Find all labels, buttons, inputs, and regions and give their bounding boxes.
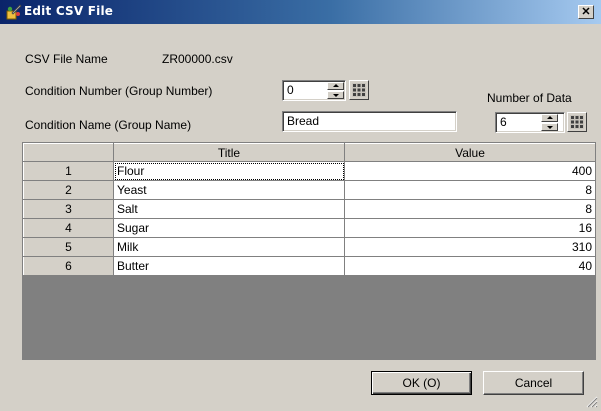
title-cell[interactable]: Milk: [113, 237, 345, 257]
close-button[interactable]: ✕: [578, 5, 594, 19]
row-number[interactable]: 3: [23, 199, 114, 219]
condition-name-value: Bread: [287, 114, 320, 128]
title-cell[interactable]: Butter: [113, 256, 345, 276]
title-cell[interactable]: Sugar: [113, 218, 345, 238]
row-number[interactable]: 5: [23, 237, 114, 257]
value-cell[interactable]: 8: [344, 199, 596, 219]
table-row: 5 Milk 310: [23, 237, 596, 257]
value-cell[interactable]: 8: [344, 180, 596, 200]
keypad-icon: [570, 115, 584, 129]
resize-grip-icon[interactable]: [586, 396, 598, 408]
spin-down-icon[interactable]: [541, 123, 558, 131]
table-row: 2 Yeast 8: [23, 180, 596, 200]
title-column-header[interactable]: Title: [113, 143, 345, 162]
row-number[interactable]: 2: [23, 180, 114, 200]
value-cell[interactable]: 310: [344, 237, 596, 257]
value-cell[interactable]: 400: [344, 161, 596, 181]
row-number[interactable]: 1: [23, 161, 114, 181]
keypad-icon: [352, 83, 366, 97]
csv-data-table: Title Value 1 Flour 400 2 Yeast 8 3 Salt: [23, 143, 596, 276]
csv-data-grid[interactable]: Title Value 1 Flour 400 2 Yeast 8 3 Salt: [22, 142, 596, 360]
condition-number-label: Condition Number (Group Number): [25, 84, 213, 98]
number-of-data-stepper[interactable]: [541, 114, 558, 131]
cancel-button-label: Cancel: [514, 376, 553, 390]
condition-number-keypad-button[interactable]: [349, 80, 369, 100]
title-cell[interactable]: Flour: [113, 161, 345, 181]
row-number-header: [23, 143, 114, 162]
table-header-row: Title Value: [23, 143, 596, 162]
csv-file-name-label: CSV File Name: [25, 52, 108, 66]
row-number[interactable]: 6: [23, 256, 114, 276]
close-icon: ✕: [581, 6, 591, 18]
edit-csv-dialog: Edit CSV File ✕ CSV File Name ZR00000.cs…: [0, 0, 601, 411]
condition-number-value: 0: [287, 83, 294, 97]
row-number[interactable]: 4: [23, 218, 114, 238]
number-of-data-value: 6: [500, 115, 507, 129]
spin-up-icon[interactable]: [541, 114, 558, 122]
condition-number-stepper[interactable]: [327, 82, 344, 99]
table-row: 1 Flour 400: [23, 161, 596, 181]
number-of-data-label: Number of Data: [487, 91, 572, 105]
cancel-button[interactable]: Cancel: [483, 371, 584, 395]
app-icon: [6, 4, 22, 20]
condition-name-field[interactable]: Bread: [282, 111, 457, 132]
table-row: 3 Salt 8: [23, 199, 596, 219]
title-bar[interactable]: Edit CSV File ✕: [0, 0, 601, 24]
spin-down-icon[interactable]: [327, 91, 344, 99]
value-cell[interactable]: 16: [344, 218, 596, 238]
value-cell[interactable]: 40: [344, 256, 596, 276]
title-cell[interactable]: Yeast: [113, 180, 345, 200]
condition-name-label: Condition Name (Group Name): [25, 118, 192, 132]
title-cell[interactable]: Salt: [113, 199, 345, 219]
ok-button-label: OK (O): [402, 376, 441, 390]
ok-button[interactable]: OK (O): [371, 371, 472, 395]
spin-up-icon[interactable]: [327, 82, 344, 90]
value-column-header[interactable]: Value: [344, 143, 596, 162]
csv-file-name-value: ZR00000.csv: [162, 52, 233, 66]
number-of-data-keypad-button[interactable]: [567, 112, 587, 132]
window-title: Edit CSV File: [24, 4, 114, 18]
table-row: 4 Sugar 16: [23, 218, 596, 238]
table-row: 6 Butter 40: [23, 256, 596, 276]
